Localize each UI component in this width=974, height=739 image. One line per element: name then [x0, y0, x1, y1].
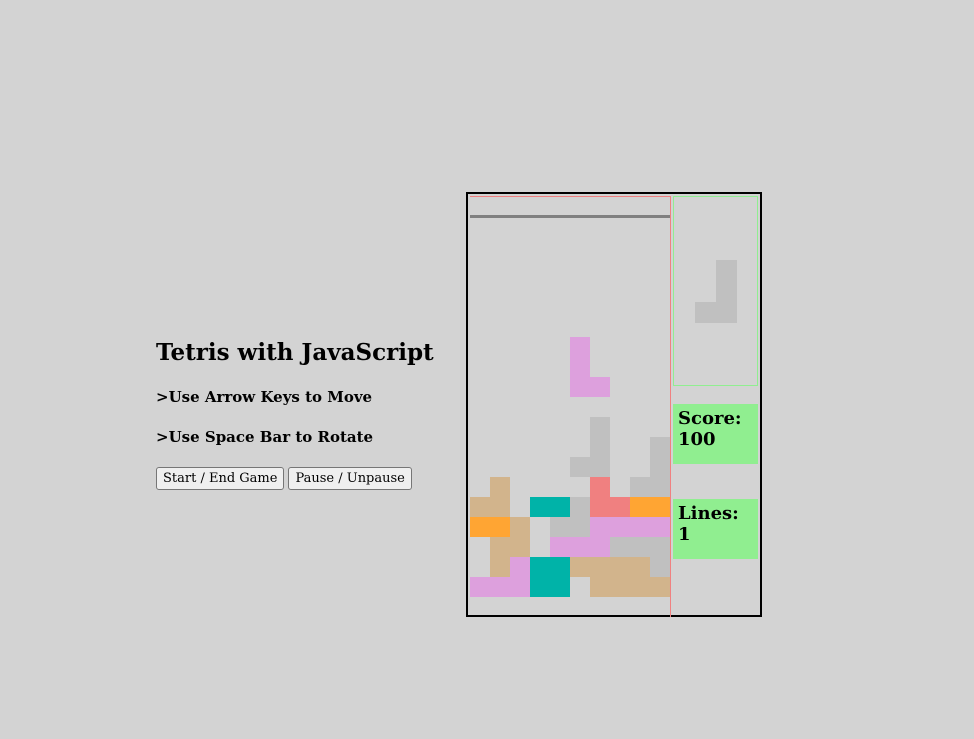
score-panel: Score: 100 — [673, 404, 758, 464]
score-value: 100 — [678, 429, 716, 450]
settled-block — [630, 497, 650, 517]
settled-block — [510, 537, 530, 557]
settled-block — [590, 477, 610, 497]
settled-block — [550, 577, 570, 597]
settled-block — [650, 537, 670, 557]
spawn-line — [470, 215, 670, 218]
game-board[interactable] — [470, 196, 671, 617]
settled-block — [550, 557, 570, 577]
settled-block — [650, 437, 670, 457]
settled-block — [570, 497, 590, 517]
settled-block — [490, 557, 510, 577]
settled-block — [570, 517, 590, 537]
controls: Start / End Game Pause / Unpause — [156, 467, 416, 490]
settled-block — [570, 537, 590, 557]
next-piece-block — [695, 302, 716, 323]
move-instruction: >Use Arrow Keys to Move — [156, 388, 373, 406]
settled-block — [490, 537, 510, 557]
settled-block — [490, 497, 510, 517]
settled-block — [570, 457, 590, 477]
falling-block — [590, 377, 610, 397]
score-label: Score: — [678, 408, 742, 429]
pause-unpause-button[interactable]: Pause / Unpause — [288, 467, 412, 490]
settled-block — [530, 577, 550, 597]
settled-block — [550, 517, 570, 537]
falling-block — [570, 337, 590, 357]
settled-block — [510, 517, 530, 537]
settled-block — [490, 477, 510, 497]
rotate-instruction: >Use Space Bar to Rotate — [156, 428, 374, 446]
settled-block — [470, 497, 490, 517]
settled-block — [590, 577, 610, 597]
settled-block — [590, 417, 610, 437]
game-container: Score: 100 Lines: 1 — [466, 192, 762, 617]
settled-block — [470, 577, 490, 597]
settled-block — [490, 577, 510, 597]
settled-block — [630, 577, 650, 597]
settled-block — [590, 457, 610, 477]
lines-value: 1 — [678, 524, 691, 545]
settled-block — [530, 557, 550, 577]
settled-block — [510, 557, 530, 577]
settled-block — [470, 517, 490, 537]
settled-block — [590, 517, 610, 537]
settled-block — [550, 537, 570, 557]
settled-block — [650, 477, 670, 497]
settled-block — [650, 497, 670, 517]
settled-block — [490, 517, 510, 537]
settled-block — [610, 577, 630, 597]
next-piece-block — [716, 302, 737, 323]
falling-block — [570, 377, 590, 397]
settled-block — [650, 577, 670, 597]
instructions-panel: Tetris with JavaScript >Use Arrow Keys t… — [156, 338, 434, 490]
start-end-game-button[interactable]: Start / End Game — [156, 467, 285, 490]
settled-block — [590, 437, 610, 457]
settled-block — [650, 517, 670, 537]
settled-block — [610, 557, 630, 577]
settled-block — [630, 537, 650, 557]
next-piece-block — [716, 260, 737, 281]
settled-block — [590, 557, 610, 577]
next-piece-preview — [673, 196, 758, 386]
settled-block — [510, 577, 530, 597]
settled-block — [610, 537, 630, 557]
settled-block — [530, 497, 550, 517]
settled-block — [650, 457, 670, 477]
next-piece-block — [716, 281, 737, 302]
page-title: Tetris with JavaScript — [156, 339, 434, 366]
settled-block — [550, 497, 570, 517]
settled-block — [650, 557, 670, 577]
lines-panel: Lines: 1 — [673, 499, 758, 559]
settled-block — [630, 477, 650, 497]
falling-block — [570, 357, 590, 377]
settled-block — [630, 557, 650, 577]
settled-block — [610, 517, 630, 537]
settled-block — [570, 557, 590, 577]
settled-block — [630, 517, 650, 537]
settled-block — [590, 537, 610, 557]
settled-block — [590, 497, 610, 517]
lines-label: Lines: — [678, 503, 739, 524]
settled-block — [610, 497, 630, 517]
